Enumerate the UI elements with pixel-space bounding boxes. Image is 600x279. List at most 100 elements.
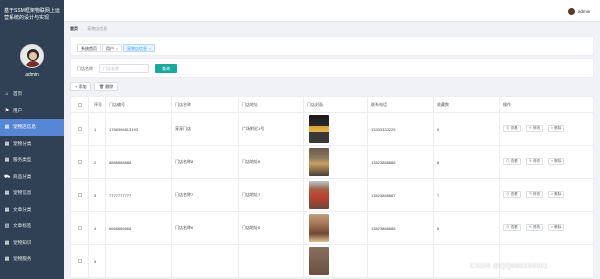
store-cover-image [309,115,329,143]
cell-index: 2 [94,159,97,165]
close-icon: × [551,126,554,130]
edit-label: 修改 [533,159,541,163]
close-icon: × [551,192,554,196]
sidebar-item-article-category[interactable]: ▦ 文章分类 [0,202,64,219]
grid-icon: ▦ [4,256,10,263]
bar-chart-icon: ▥ [4,223,10,230]
row-checkbox[interactable] [78,146,82,178]
close-icon[interactable]: × [116,46,118,51]
sidebar-item-goods-category[interactable]: ⛟ 商品分类 [0,169,64,186]
header-cover: 门店封面 [307,101,323,107]
user-avatar[interactable] [568,8,575,15]
view-button[interactable]: ⊙ 查看 [503,125,521,132]
cell-name: 门店名称8 [175,159,194,164]
row-checkbox[interactable] [78,179,82,211]
cell-favs: 6 [437,225,440,231]
home-icon: ⌂ [5,91,9,98]
edit-icon: ✎ [529,126,533,130]
tag-home[interactable]: 系统首页 [77,44,101,52]
edit-button[interactable]: ✎ 修改 [526,158,544,165]
sidebar-item-label: 用户 [13,107,23,113]
sidebar-item-pet-service[interactable]: ▦ 宠物服务 [0,251,64,268]
store-cover-image [309,247,329,275]
cell-name: 宠宠门店 [175,126,191,131]
top-bar: admin [64,0,600,22]
edit-icon: ✎ [529,192,533,196]
cell-address: 门店地址7 [242,192,261,197]
view-icon: ⊙ [506,126,510,130]
breadcrumb-current: 宠物店信息 [87,26,108,31]
breadcrumb-home[interactable]: 首页 [70,26,78,32]
sidebar-item-label: 宠物服务 [13,256,32,262]
delete-label: 删除 [554,192,562,196]
search-button[interactable]: 查询 [155,64,177,73]
store-cover-image [309,181,329,209]
edit-icon: ✎ [529,225,533,229]
view-icon: ⊙ [506,159,510,163]
sidebar-item-pet-info[interactable]: ▦ 宠物信息 [0,185,64,202]
sidebar-item-pet-knowledge[interactable]: ▦ 宠物知识 [0,235,64,252]
table-row: 1 1758396813193 宠宠门店 广场附近1号 13333333225 0 ⊙ 查看… [71,113,593,146]
cell-favs: 8 [437,159,440,165]
tag-users[interactable]: 用户 × [102,44,123,52]
cell-code: 7777777777 [109,192,132,198]
cell-cover [309,179,329,211]
row-delete-button[interactable]: × 删除 [548,125,565,132]
view-label: 查看 [510,159,518,163]
row-checkbox[interactable] [78,212,82,244]
header-index: 序号 [94,101,102,107]
tag-label: 用户 [106,46,114,51]
cell-cover [309,113,329,145]
table-row: 3 7777777777 门店名称7 门店地址7 13823888887 7 ⊙ 查看 ✎ 修… [71,179,593,212]
avatar [20,44,44,68]
avatar-face [29,52,37,60]
view-button[interactable]: ⊙ 查看 [503,158,521,165]
sidebar-item-label: 服务类型 [13,157,32,163]
sidebar-item-users[interactable]: ⚑ 用户 [0,103,64,120]
sidebar-item-article-tag[interactable]: ▥ 文章标签 [0,218,64,235]
store-cover-image [309,214,329,242]
delete-label: 删除 [554,159,562,163]
edit-button[interactable]: ✎ 修改 [526,224,544,231]
sidebar-item-label: 宠物分类 [13,140,32,146]
edit-button[interactable]: ✎ 修改 [526,191,544,198]
close-icon[interactable]: × [149,46,151,51]
store-name-input[interactable]: 门店名称 [99,64,149,73]
view-button[interactable]: ⊙ 查看 [503,191,521,198]
view-label: 查看 [510,192,518,196]
row-checkbox[interactable] [78,113,82,145]
tag-store-info[interactable]: 宠物店信息 × [123,44,156,52]
sidebar-username: admin [25,72,39,78]
select-all-checkbox[interactable] [78,97,82,112]
row-delete-button[interactable]: × 删除 [548,158,565,165]
sidebar-item-store-info[interactable]: ▦ 宠物店信息 [0,119,64,136]
cell-name: 门店名称6 [175,225,194,230]
row-delete-button[interactable]: × 删除 [548,191,565,198]
table-row: 4 6666666666 门店名称6 门店地址6 13823888886 6 ⊙ 查看 ✎ 修… [71,212,593,245]
top-username[interactable]: admin [578,8,590,15]
row-checkbox[interactable] [78,245,82,277]
delete-button[interactable]: 🗑 删除 [94,82,119,91]
sidebar-item-service-type[interactable]: ▦ 服务类型 [0,152,64,169]
header-name: 门店名称 [175,101,191,107]
sidebar-item-label: 宠物信息 [13,190,32,196]
tag-label: 宠物店信息 [127,46,147,51]
sidebar-item-home[interactable]: ⌂ 首页 [0,86,64,103]
sidebar-item-label: 文章分类 [13,206,32,212]
view-button[interactable]: ⊙ 查看 [503,224,521,231]
cell-index: 4 [94,225,97,231]
add-button[interactable]: + 添加 [70,82,92,91]
cell-cover [309,212,329,244]
breadcrumb-separator: / [82,26,84,32]
row-delete-button[interactable]: × 删除 [548,224,565,231]
cell-cover [309,245,329,277]
table-row: 2 8888888888 门店名称8 门店地址8 13823888888 8 ⊙ 查看 ✎ 修… [71,146,593,179]
view-icon: ⊙ [506,192,510,196]
close-icon: × [551,225,554,229]
sidebar-item-pet-category[interactable]: ▦ 宠物分类 [0,136,64,153]
cart-icon: ⛟ [4,173,11,180]
edit-button[interactable]: ✎ 修改 [526,125,544,132]
cell-favs: 7 [437,192,440,198]
cell-phone: 13823888888 [371,159,396,165]
cell-favs: 0 [437,126,440,132]
